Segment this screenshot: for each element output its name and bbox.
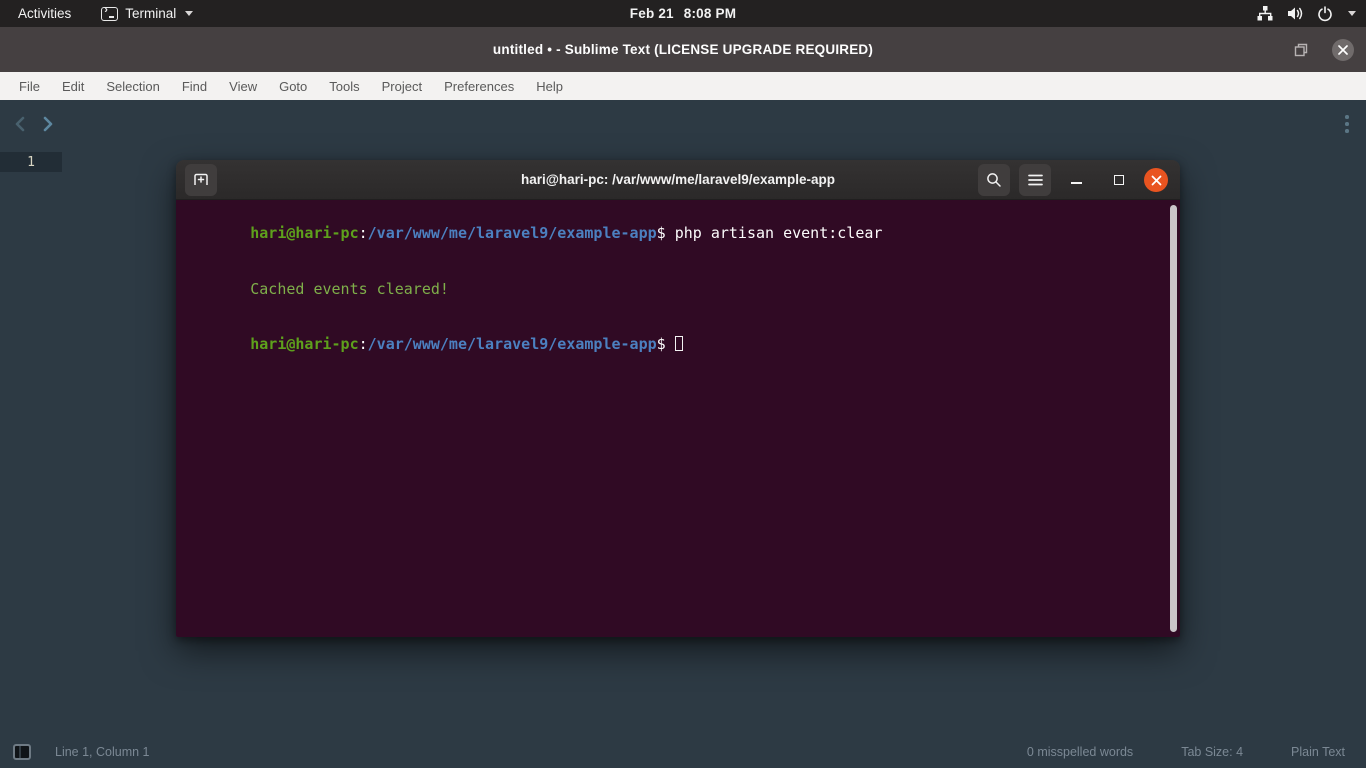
prompt-user-host: hari@hari-pc xyxy=(250,335,358,353)
terminal-close-button[interactable] xyxy=(1144,168,1168,192)
output-text: Cached events cleared! xyxy=(250,280,449,298)
terminal-screen[interactable]: hari@hari-pc:/var/www/me/laravel9/exampl… xyxy=(176,200,1180,637)
terminal-scrollbar[interactable] xyxy=(1170,205,1177,632)
terminal-headerbar[interactable]: hari@hari-pc: /var/www/me/laravel9/examp… xyxy=(176,160,1180,200)
prompt-colon: : xyxy=(359,224,368,242)
clock-date[interactable]: Feb 21 xyxy=(630,6,674,21)
menu-file[interactable]: File xyxy=(8,72,51,100)
volume-icon xyxy=(1287,6,1304,21)
prompt-colon: : xyxy=(359,335,368,353)
menu-tools[interactable]: Tools xyxy=(318,72,370,100)
terminal-line: hari@hari-pc:/var/www/me/laravel9/exampl… xyxy=(178,206,1166,261)
close-icon xyxy=(1338,45,1348,55)
chevron-down-icon xyxy=(185,11,193,16)
terminal-window: hari@hari-pc: /var/www/me/laravel9/examp… xyxy=(176,160,1180,637)
command-text xyxy=(666,335,675,353)
sublime-statusbar: Line 1, Column 1 0 misspelled words Tab … xyxy=(0,735,1366,768)
clock: Feb 21 8:08 PM xyxy=(0,6,1366,21)
app-menu-button[interactable]: Terminal xyxy=(101,6,193,21)
sublime-menubar: File Edit Selection Find View Goto Tools… xyxy=(0,72,1366,100)
network-icon xyxy=(1256,6,1274,21)
menu-preferences[interactable]: Preferences xyxy=(433,72,525,100)
new-tab-button[interactable] xyxy=(185,164,217,196)
spellcheck-status[interactable]: 0 misspelled words xyxy=(1027,745,1133,759)
terminal-maximize-button[interactable] xyxy=(1102,175,1135,185)
line-number: 1 xyxy=(27,155,35,170)
terminal-line: hari@hari-pc:/var/www/me/laravel9/exampl… xyxy=(178,316,1166,371)
hamburger-menu-icon xyxy=(1028,174,1043,186)
prompt-path: /var/www/me/laravel9/example-app xyxy=(368,224,657,242)
terminal-app-icon xyxy=(101,7,118,21)
minimize-icon xyxy=(1071,182,1082,184)
menu-selection[interactable]: Selection xyxy=(95,72,170,100)
active-line-gutter[interactable]: 1 xyxy=(0,152,62,172)
sublime-window-title: untitled • - Sublime Text (LICENSE UPGRA… xyxy=(493,42,873,57)
tab-size-status[interactable]: Tab Size: 4 xyxy=(1181,745,1243,759)
prompt-dollar: $ xyxy=(657,224,666,242)
sublime-titlebar[interactable]: untitled • - Sublime Text (LICENSE UPGRA… xyxy=(0,27,1366,72)
menu-help[interactable]: Help xyxy=(525,72,574,100)
terminal-minimize-button[interactable] xyxy=(1060,176,1093,184)
restore-icon xyxy=(1294,43,1308,57)
menu-button[interactable] xyxy=(1019,164,1051,196)
sidebar-toggle-icon[interactable] xyxy=(13,744,31,760)
terminal-output-line: Cached events cleared! xyxy=(178,261,1166,316)
prompt-dollar: $ xyxy=(657,335,666,353)
close-icon xyxy=(1151,175,1162,186)
desktop: Activities Terminal Feb 21 8:08 PM xyxy=(0,0,1366,768)
restore-button[interactable] xyxy=(1294,43,1308,57)
command-text: php artisan event:clear xyxy=(666,224,883,242)
system-status-area[interactable] xyxy=(1256,0,1356,27)
search-button[interactable] xyxy=(978,164,1010,196)
maximize-icon xyxy=(1114,175,1124,185)
chevron-down-icon xyxy=(1348,11,1356,16)
caret-position: Line 1, Column 1 xyxy=(55,745,150,759)
activities-button[interactable]: Activities xyxy=(14,6,75,21)
menu-project[interactable]: Project xyxy=(371,72,433,100)
app-menu-label: Terminal xyxy=(125,6,176,21)
search-icon xyxy=(986,172,1002,188)
menu-view[interactable]: View xyxy=(218,72,268,100)
forward-chevron-icon[interactable] xyxy=(39,115,56,133)
power-icon xyxy=(1317,6,1333,22)
close-button[interactable] xyxy=(1332,39,1354,61)
prompt-path: /var/www/me/laravel9/example-app xyxy=(368,335,657,353)
menu-edit[interactable]: Edit xyxy=(51,72,95,100)
terminal-cursor xyxy=(675,336,683,351)
prompt-user-host: hari@hari-pc xyxy=(250,224,358,242)
syntax-status[interactable]: Plain Text xyxy=(1291,745,1345,759)
menu-goto[interactable]: Goto xyxy=(268,72,318,100)
new-tab-icon xyxy=(192,171,210,189)
menu-find[interactable]: Find xyxy=(171,72,218,100)
gnome-top-bar: Activities Terminal Feb 21 8:08 PM xyxy=(0,0,1366,27)
kebab-menu-icon[interactable] xyxy=(1342,115,1352,133)
back-chevron-icon[interactable] xyxy=(12,115,29,133)
clock-time[interactable]: 8:08 PM xyxy=(684,6,736,21)
